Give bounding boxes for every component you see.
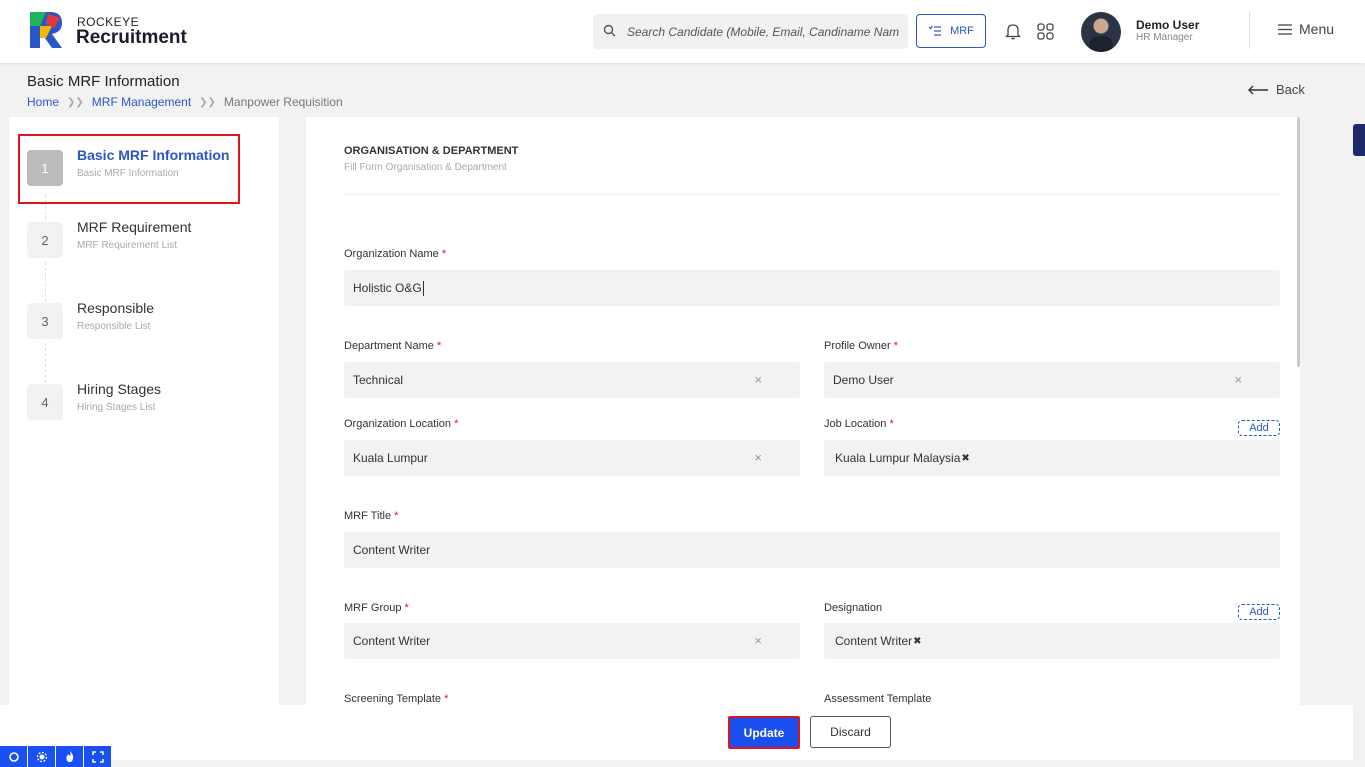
job-location-tag: Kuala Lumpur Malaysia [835, 451, 961, 465]
designation-label: Designation [824, 602, 883, 614]
active-step-highlight [18, 134, 240, 204]
designation-tags[interactable]: Content Writer ✖ [824, 623, 1280, 659]
designation-tag: Content Writer [835, 634, 913, 648]
step-hiring-stages[interactable]: 4 Hiring Stages Hiring Stages List [27, 376, 257, 436]
step-title: MRF Requirement [77, 219, 192, 235]
user-name[interactable]: Demo User [1136, 18, 1199, 32]
user-role: HR Manager [1136, 32, 1193, 43]
chevron-right-icon: ❯❯ [199, 96, 216, 108]
form-panel: ORGANISATION & DEPARTMENT Fill Form Orga… [306, 117, 1300, 705]
organization-location-select[interactable]: Kuala Lumpur × [344, 440, 800, 476]
remove-tag-icon[interactable]: ✖ [961, 453, 969, 464]
breadcrumb-home[interactable]: Home [27, 95, 59, 109]
breadcrumb-current: Manpower Requisition [223, 95, 343, 109]
back-button[interactable]: Back [1248, 82, 1305, 97]
text-cursor [422, 280, 424, 296]
menu-label: Menu [1299, 21, 1335, 37]
step-title: Hiring Stages [77, 381, 162, 397]
settings-icon[interactable] [28, 746, 55, 767]
clear-icon[interactable]: × [1234, 372, 1242, 387]
breadcrumb-mrf-management[interactable]: MRF Management [92, 95, 191, 109]
section-title: ORGANISATION & DEPARTMENT [344, 145, 519, 157]
profile-owner-label: Profile Owner * [824, 340, 898, 352]
step-number: 4 [27, 384, 63, 420]
top-header: ROCKEYE Recruitment MRF Demo User HR Man… [0, 0, 1365, 63]
breadcrumb: Home ❯❯ MRF Management ❯❯ Manpower Requi… [27, 95, 343, 109]
department-name-label: Department Name * [344, 340, 442, 352]
form-scrollbar[interactable] [1297, 117, 1300, 367]
page-title: Basic MRF Information [27, 73, 180, 90]
bell-icon[interactable] [1005, 22, 1021, 40]
mrf-group-label: MRF Group * [344, 602, 409, 614]
apps-grid-icon[interactable] [1037, 23, 1054, 40]
step-subtitle: Responsible List [77, 321, 151, 332]
step-subtitle: Hiring Stages List [77, 402, 156, 413]
clear-icon[interactable]: × [754, 633, 762, 648]
user-avatar[interactable] [1081, 12, 1121, 52]
arrow-left-icon [1248, 85, 1268, 94]
recycle-icon[interactable] [0, 746, 27, 767]
header-divider [1249, 12, 1250, 49]
step-subtitle: MRF Requirement List [77, 240, 178, 251]
mrf-button[interactable]: MRF [916, 14, 986, 48]
organization-name-input[interactable]: Holistic O&G [344, 270, 1280, 306]
step-mrf-requirement[interactable]: 2 MRF Requirement MRF Requirement List [27, 214, 257, 274]
step-navigation: 1 Basic MRF Information Basic MRF Inform… [9, 117, 279, 705]
clear-icon[interactable]: × [754, 372, 762, 387]
form-footer [0, 705, 1353, 760]
section-subtitle: Fill Form Organisation & Department [344, 162, 507, 173]
side-tab-button[interactable] [1353, 124, 1365, 156]
search-input[interactable] [627, 14, 899, 49]
organization-location-label: Organization Location * [344, 418, 459, 430]
update-button[interactable]: Update [728, 716, 800, 749]
candidate-search[interactable] [593, 14, 908, 49]
bottom-toolbar [0, 746, 111, 767]
mrf-title-input[interactable]: Content Writer [344, 532, 1280, 568]
add-job-location-button[interactable]: Add [1238, 420, 1280, 436]
step-number: 2 [27, 222, 63, 258]
step-title: Responsible [77, 300, 155, 316]
job-location-tags[interactable]: Kuala Lumpur Malaysia ✖ [824, 440, 1280, 476]
back-label: Back [1276, 82, 1305, 97]
screening-template-label: Screening Template * [344, 693, 449, 705]
search-icon [603, 24, 616, 37]
add-designation-button[interactable]: Add [1238, 604, 1280, 620]
profile-owner-select[interactable]: Demo User × [824, 362, 1280, 398]
discard-button[interactable]: Discard [810, 716, 891, 748]
checklist-icon [928, 25, 942, 36]
job-location-label: Job Location * [824, 418, 894, 430]
menu-button[interactable]: Menu [1278, 21, 1334, 37]
clear-icon[interactable]: × [754, 450, 762, 465]
remove-tag-icon[interactable]: ✖ [913, 636, 921, 647]
step-number: 3 [27, 303, 63, 339]
mrf-title-label: MRF Title * [344, 510, 399, 522]
organization-name-label: Organization Name * [344, 248, 447, 260]
step-responsible[interactable]: 3 Responsible Responsible List [27, 295, 257, 355]
mrf-group-select[interactable]: Content Writer × [344, 623, 800, 659]
fullscreen-icon[interactable] [84, 746, 111, 767]
department-name-select[interactable]: Technical × [344, 362, 800, 398]
assessment-template-label: Assessment Template [824, 693, 932, 705]
rockeye-logo[interactable] [28, 10, 66, 50]
brand-name: Recruitment [76, 27, 187, 48]
chevron-right-icon: ❯❯ [67, 96, 84, 108]
mrf-button-label: MRF [950, 25, 974, 37]
hamburger-icon [1278, 23, 1292, 35]
section-divider [344, 194, 1280, 195]
fire-icon[interactable] [56, 746, 83, 767]
